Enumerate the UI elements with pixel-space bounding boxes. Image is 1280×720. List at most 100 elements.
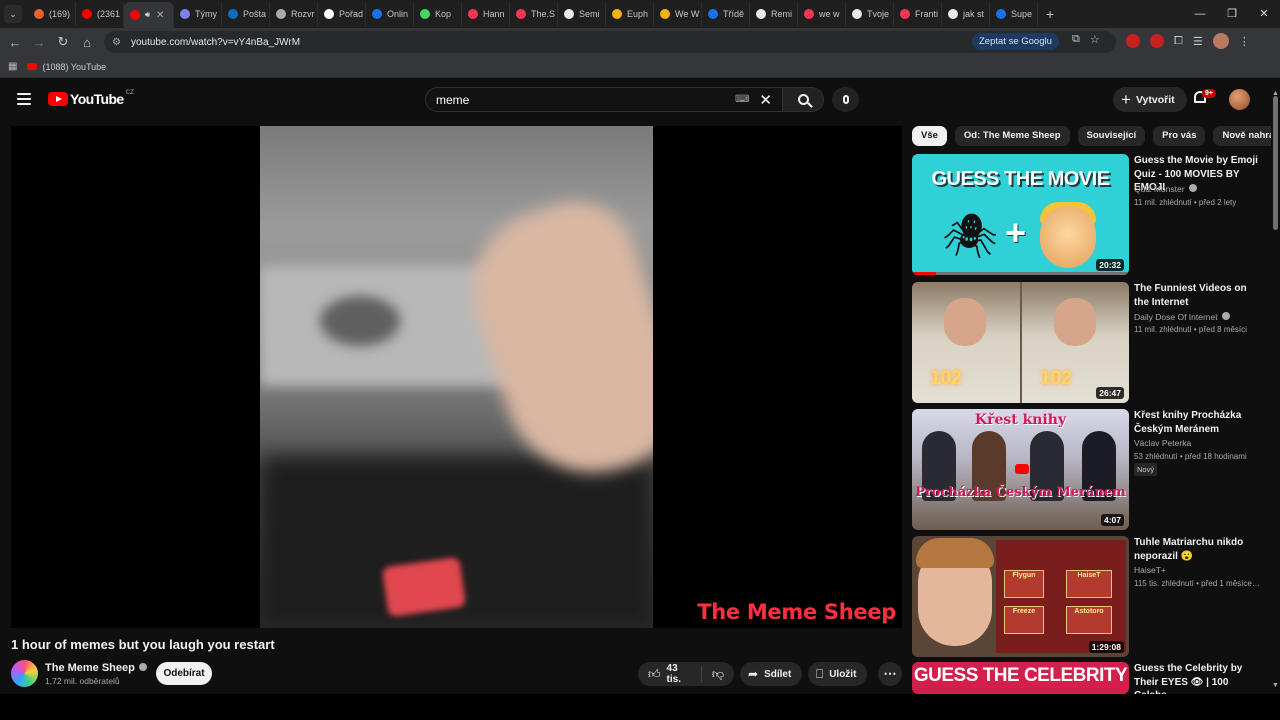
- recommended-video-title[interactable]: Tuhle Matriarchu nikdo neporazil 😮: [1134, 536, 1262, 563]
- clear-search-icon[interactable]: ✕: [759, 91, 772, 109]
- recommended-channel[interactable]: Daily Dose Of Internet: [1134, 312, 1230, 322]
- browser-tab[interactable]: Kop: [414, 2, 462, 26]
- filter-chips: Vše Od: The Meme Sheep Související Pro v…: [912, 126, 1280, 146]
- minimize-icon[interactable]: —: [1184, 0, 1216, 28]
- browser-tab[interactable]: Euph: [606, 2, 654, 26]
- browser-tab[interactable]: we w: [798, 2, 846, 26]
- new-tab-button[interactable]: +: [1046, 6, 1054, 22]
- browser-tab[interactable]: Remi: [750, 2, 798, 26]
- tab-favicon-icon: [948, 9, 958, 19]
- video-thumbnail[interactable]: 102 102 26:47: [912, 282, 1129, 403]
- recommended-channel[interactable]: HaiseT+: [1134, 565, 1166, 575]
- browser-tab[interactable]: Supe: [990, 2, 1038, 26]
- browser-tab[interactable]: Franti: [894, 2, 942, 26]
- browser-tab[interactable]: Semi: [558, 2, 606, 26]
- home-icon[interactable]: ⌂: [75, 35, 99, 50]
- browser-tab[interactable]: Týmy: [174, 2, 222, 26]
- browser-tab[interactable]: Pořad: [318, 2, 366, 26]
- search-button[interactable]: [782, 87, 824, 112]
- extension-icon[interactable]: [1150, 34, 1164, 48]
- browser-tab[interactable]: Rozvr: [270, 2, 318, 26]
- chip-for-you[interactable]: Pro vás: [1153, 126, 1206, 146]
- recommended-channel[interactable]: Quiz Monster: [1134, 184, 1197, 194]
- tab-favicon-icon: [708, 9, 718, 19]
- youtube-logo[interactable]: YouTube CZ: [48, 90, 134, 107]
- verified-icon: [1221, 312, 1230, 320]
- browser-tab[interactable]: Onlin: [366, 2, 414, 26]
- create-button[interactable]: + Vytvořit: [1113, 87, 1187, 112]
- chip-from-channel[interactable]: Od: The Meme Sheep: [954, 126, 1070, 146]
- recommended-video-title[interactable]: The Funniest Videos on the Internet: [1134, 282, 1262, 309]
- recommended-video[interactable]: GUESS THE CELEBRITY Guess the Celebrity …: [912, 662, 1272, 701]
- browser-tab[interactable]: The.S: [510, 2, 558, 26]
- video-duration: 20:32: [1096, 259, 1124, 271]
- extensions-puzzle-icon[interactable]: ⧠: [1174, 35, 1183, 48]
- tab-label: Tvoje: [867, 9, 890, 19]
- close-window-icon[interactable]: ✕: [1248, 0, 1280, 28]
- browser-tab[interactable]: jak st: [942, 2, 990, 26]
- recommended-video[interactable]: Křest knihy Procházka Českým Meránem 4:0…: [912, 409, 1272, 530]
- voice-search-button[interactable]: [832, 87, 859, 112]
- forward-icon[interactable]: →: [27, 35, 51, 50]
- like-button[interactable]: 👍︎ 43 tis.: [638, 663, 702, 685]
- tab-favicon-icon: [612, 9, 622, 19]
- share-icon: ➦: [748, 667, 759, 681]
- search-input[interactable]: meme ⌨ ✕: [425, 87, 786, 112]
- reload-icon[interactable]: ↻: [51, 34, 75, 50]
- video-thumbnail[interactable]: GUESS THE MOVIE 🕷︎ + 20:32: [912, 154, 1129, 275]
- recommended-video[interactable]: Flygun HaiseT Freeze Astotoro 1:29:08 Tu…: [912, 536, 1272, 657]
- dislike-button[interactable]: 👎︎: [702, 667, 734, 682]
- tab-search-button[interactable]: ⌄: [4, 5, 22, 23]
- tab-label: Třídě: [723, 9, 745, 19]
- maximize-icon[interactable]: ❐: [1216, 0, 1248, 28]
- chip-all[interactable]: Vše: [912, 126, 947, 146]
- video-thumbnail[interactable]: Flygun HaiseT Freeze Astotoro 1:29:08: [912, 536, 1129, 657]
- account-avatar[interactable]: [1229, 89, 1250, 110]
- menu-icon[interactable]: [17, 93, 31, 105]
- subscribe-button[interactable]: Odebírat: [156, 662, 212, 685]
- browser-menu-icon[interactable]: ⋮: [1239, 35, 1250, 48]
- browser-tab[interactable]: 🔊︎ ✕: [124, 2, 174, 28]
- chip-related[interactable]: Související: [1077, 126, 1146, 146]
- extension-icon[interactable]: [1126, 34, 1140, 48]
- channel-avatar[interactable]: [11, 660, 38, 687]
- browser-tab[interactable]: Tvoje: [846, 2, 894, 26]
- tab-label: Pošta: [243, 9, 267, 19]
- recommended-video[interactable]: 102 102 26:47 The Funniest Videos on the…: [912, 282, 1272, 403]
- bookmark-youtube[interactable]: (1088) YouTube: [42, 62, 106, 72]
- share-button[interactable]: ➦ Sdílet: [740, 662, 803, 686]
- keyboard-icon[interactable]: ⌨: [735, 94, 749, 105]
- video-thumbnail[interactable]: Křest knihy Procházka Českým Meránem 4:0…: [912, 409, 1129, 530]
- more-actions-icon[interactable]: ⋯: [878, 662, 902, 686]
- tab-favicon-icon: [130, 10, 140, 20]
- site-info-icon[interactable]: ⚙: [112, 37, 121, 48]
- scroll-down-icon[interactable]: ▼: [1272, 682, 1279, 689]
- browser-tab[interactable]: Pošta: [222, 2, 270, 26]
- plus-icon: +: [1121, 90, 1131, 109]
- scrollbar-thumb[interactable]: [1273, 96, 1278, 230]
- video-thumbnail[interactable]: GUESS THE CELEBRITY: [912, 662, 1129, 694]
- ask-google-button[interactable]: Zeptat se Googlu: [972, 33, 1059, 50]
- browser-tab[interactable]: Třídě: [702, 2, 750, 26]
- tab-close-icon[interactable]: ✕: [156, 10, 164, 21]
- back-icon[interactable]: ←: [3, 35, 27, 50]
- video-player[interactable]: The Meme Sheep: [11, 126, 902, 628]
- browser-tab[interactable]: (2361: [76, 2, 124, 26]
- browser-tab[interactable]: We W: [654, 2, 702, 26]
- profile-avatar[interactable]: [1212, 33, 1229, 49]
- recommended-channel[interactable]: Václav Peterka: [1134, 438, 1191, 448]
- apps-grid-icon[interactable]: ▦: [8, 61, 17, 72]
- bookmark-star-icon[interactable]: ☆: [1090, 33, 1100, 46]
- thumbnail-text: HaiseT: [1066, 570, 1112, 598]
- channel-name[interactable]: The Meme Sheep: [45, 662, 147, 674]
- reading-list-icon[interactable]: ☰: [1193, 35, 1203, 48]
- audio-playing-icon[interactable]: 🔊︎: [145, 10, 150, 20]
- address-bar[interactable]: ⚙ youtube.com/watch?v=vY4nBa_JWrM: [104, 31, 1116, 53]
- install-app-icon[interactable]: ⧉: [1072, 33, 1080, 46]
- recommended-video-title[interactable]: Křest knihy Procházka Českým Meránem: [1134, 409, 1262, 436]
- recommended-video[interactable]: GUESS THE MOVIE 🕷︎ + 20:32 Guess the Mov…: [912, 154, 1272, 275]
- tab-label: Týmy: [195, 9, 217, 19]
- browser-tab[interactable]: Hann: [462, 2, 510, 26]
- save-button[interactable]: ⎕ Uložit: [808, 662, 868, 686]
- browser-tab[interactable]: (169): [28, 2, 76, 26]
